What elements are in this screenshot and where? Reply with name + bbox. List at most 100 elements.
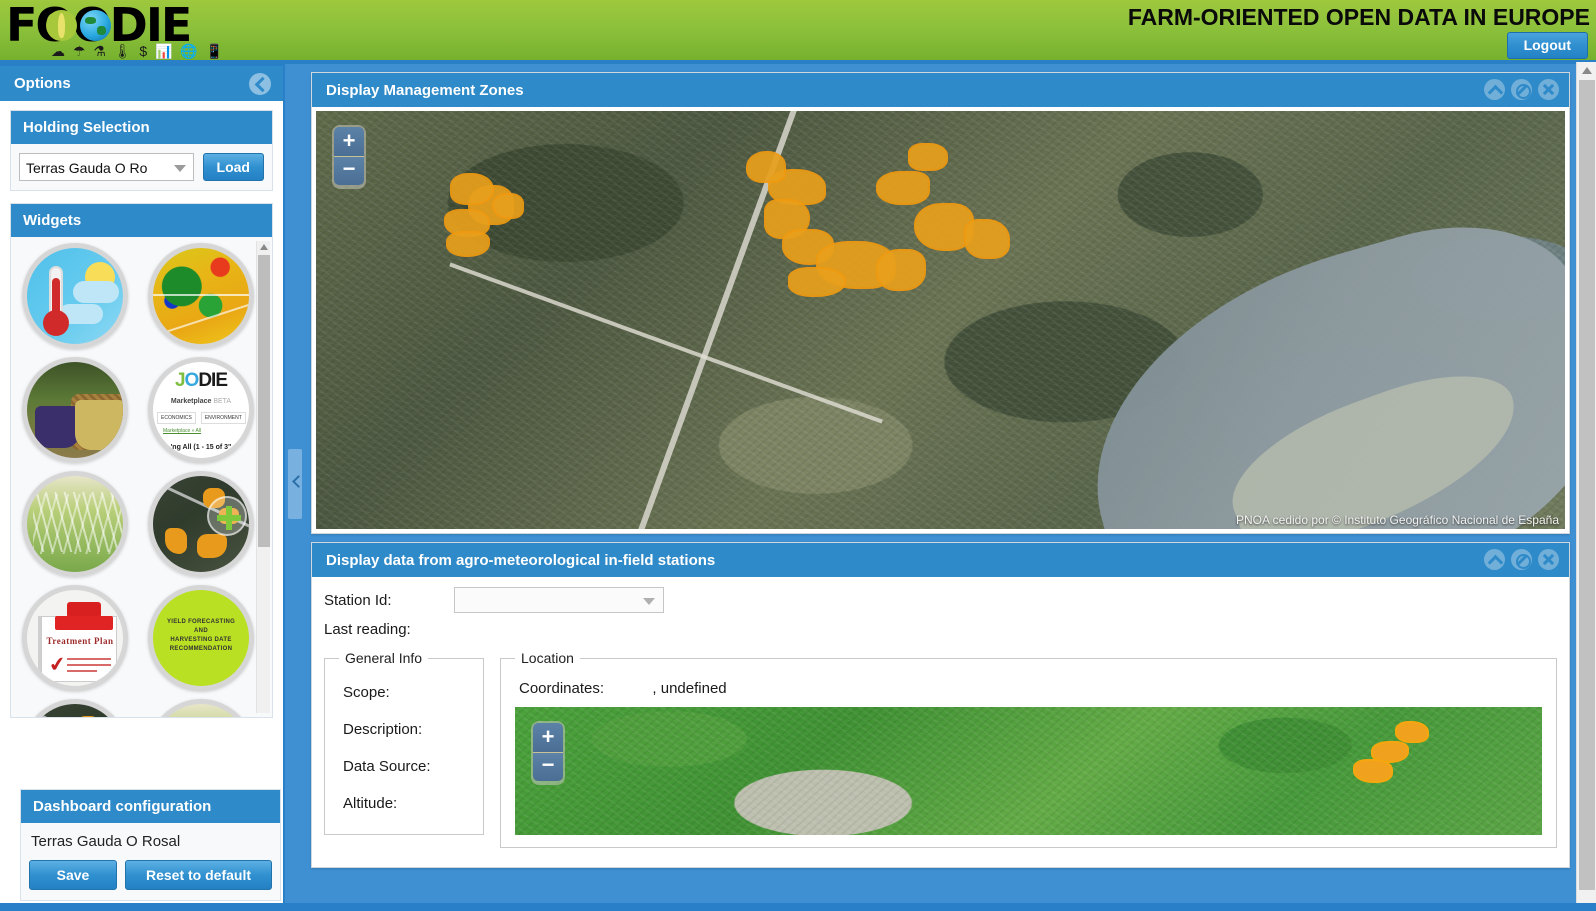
jodie-subtitle: Marketplace BETA [153,398,249,405]
management-zones-map[interactable]: + − PNOA cedido por © Instituto Geográfi… [316,111,1565,529]
widget-cell: Treatment Plan ✔ [15,585,135,691]
widgets-scrollbar[interactable] [256,241,270,713]
station-location-map[interactable]: + − [515,707,1542,835]
jodie-logo-die: DIE [198,370,228,391]
widget-cell [15,471,135,577]
zoom-out-button[interactable]: − [334,156,364,185]
zoom-out-button[interactable]: − [533,752,563,781]
ndvi-map-widget[interactable] [148,243,254,349]
spray-icon [33,494,123,554]
management-zones-card-title: Display Management Zones [326,82,524,99]
widget-cell [141,243,261,349]
page-title: FARM-ORIENTED OPEN DATA IN EUROPE [1127,4,1590,30]
bottom-strip [0,903,1596,911]
zoom-in-button[interactable]: + [533,723,563,752]
holding-selected-value: Terras Gauda O Ro [26,160,148,176]
white-grapes-icon [75,400,123,450]
road-line [27,707,123,717]
text-line [67,664,111,666]
dashboard-configuration-section: Dashboard configuration Terras Gauda O R… [20,789,281,901]
block-icon[interactable] [1511,549,1532,570]
zone-polygon [746,151,786,183]
widgets-section: Widgets JODIE Marketplace BETA ECONOMICS… [10,203,273,718]
save-button[interactable]: Save [29,860,117,890]
weather-widget[interactable] [22,243,128,349]
grapes-harvest-widget[interactable] [22,357,128,463]
map-container: + − PNOA cedido por © Instituto Geográfi… [312,107,1569,533]
jodie-footer: 'ng All (1 - 15 of 3" [170,444,232,451]
widgets-grid: JODIE Marketplace BETA ECONOMICS ENVIRON… [15,243,261,717]
load-button[interactable]: Load [202,153,264,181]
page-scrollbar-thumb[interactable] [1579,80,1595,890]
station-id-label: Station Id: [324,591,392,609]
dashboard-configuration-title: Dashboard configuration [21,790,280,823]
yield-forecast-widget[interactable]: YIELD FORECASTING AND HARVESTING DATE RE… [148,585,254,691]
yield-forecast-text: YIELD FORECASTING AND HARVESTING DATE RE… [166,619,236,652]
options-sidebar: Options Holding Selection Terras Gauda O… [0,64,285,911]
management-zones-widget-2[interactable] [22,699,128,717]
holding-select[interactable]: Terras Gauda O Ro [19,153,194,181]
zoom-in-button[interactable]: + [334,127,364,156]
agro-stations-card-title: Display data from agro-meteorological in… [326,552,716,569]
zone-polygon [908,143,948,171]
options-title: Options [14,75,71,92]
reset-to-default-button[interactable]: Reset to default [125,860,272,890]
holding-row: Terras Gauda O Ro Load [19,153,264,181]
collapse-icon[interactable] [1484,549,1505,570]
zone-polygon [492,193,524,219]
zone-polygon [788,267,846,297]
station-id-select[interactable] [454,587,664,613]
page-scrollbar[interactable] [1576,62,1596,911]
close-icon[interactable] [1538,549,1559,570]
zone-polygon [1353,759,1393,783]
jodie-tabs: ECONOMICS ENVIRONMENT [157,412,249,424]
scroll-up-icon[interactable] [260,244,268,250]
location-fieldset: Location Coordinates: , undefined + − [500,650,1557,848]
last-reading-label: Last reading: [324,621,411,638]
scrollbar-thumb[interactable] [258,255,270,547]
data-source-label: Data Source: [343,758,431,775]
jodie-marketplace-widget[interactable]: JODIE Marketplace BETA ECONOMICS ENVIRON… [148,357,254,463]
zone-polygon [450,173,494,205]
general-info-legend: General Info [345,650,423,666]
scroll-up-icon[interactable] [1582,67,1592,74]
jodie-logo: JODIE [153,370,249,392]
splitter-handle[interactable] [288,449,302,519]
collapse-icon[interactable] [1484,79,1505,100]
card-tools [1484,79,1559,100]
widgets-body: JODIE Marketplace BETA ECONOMICS ENVIRON… [11,237,272,717]
station-details: General Info Scope: Description: Data So… [324,650,1557,848]
zone-polygon [876,249,926,291]
jodie-tab-economics: ECONOMICS [157,412,196,424]
zone-polygon [165,528,187,554]
sidebar-splitter[interactable] [285,64,305,911]
irrigation-widget-2[interactable] [148,699,254,717]
chevron-left-icon[interactable] [249,73,271,95]
zone-polygon [197,534,227,558]
globe-icon [80,10,111,41]
widget-cell: YIELD FORECASTING AND HARVESTING DATE RE… [141,585,261,691]
widget-cell [141,471,261,577]
zone-polygon [876,171,930,205]
logout-button[interactable]: Logout [1506,32,1588,59]
map-zoom-controls[interactable]: + − [332,125,366,189]
dark-grapes-icon [35,406,79,448]
management-zones-widget[interactable] [148,471,254,577]
clip-bottom [55,616,113,630]
jodie-logo-o: O [184,370,200,391]
irrigation-widget[interactable] [22,471,128,577]
jodie-tab-environment: ENVIRONMENT [200,412,246,424]
close-icon[interactable] [1538,79,1559,100]
zone-polygon [964,219,1010,259]
dashboard-name: Terras Gauda O Rosal [31,833,181,850]
treatment-plan-title: Treatment Plan [46,636,114,646]
station-row: Station Id: [324,587,1557,613]
checkmark-icon: ✔ [47,652,68,678]
widget-cell [15,357,135,463]
block-icon[interactable] [1511,79,1532,100]
widget-cell [141,699,261,717]
card-tools [1484,549,1559,570]
general-info-fieldset: General Info Scope: Description: Data So… [324,650,484,835]
map2-zoom-controls[interactable]: + − [531,721,565,785]
treatment-plan-widget[interactable]: Treatment Plan ✔ [22,585,128,691]
